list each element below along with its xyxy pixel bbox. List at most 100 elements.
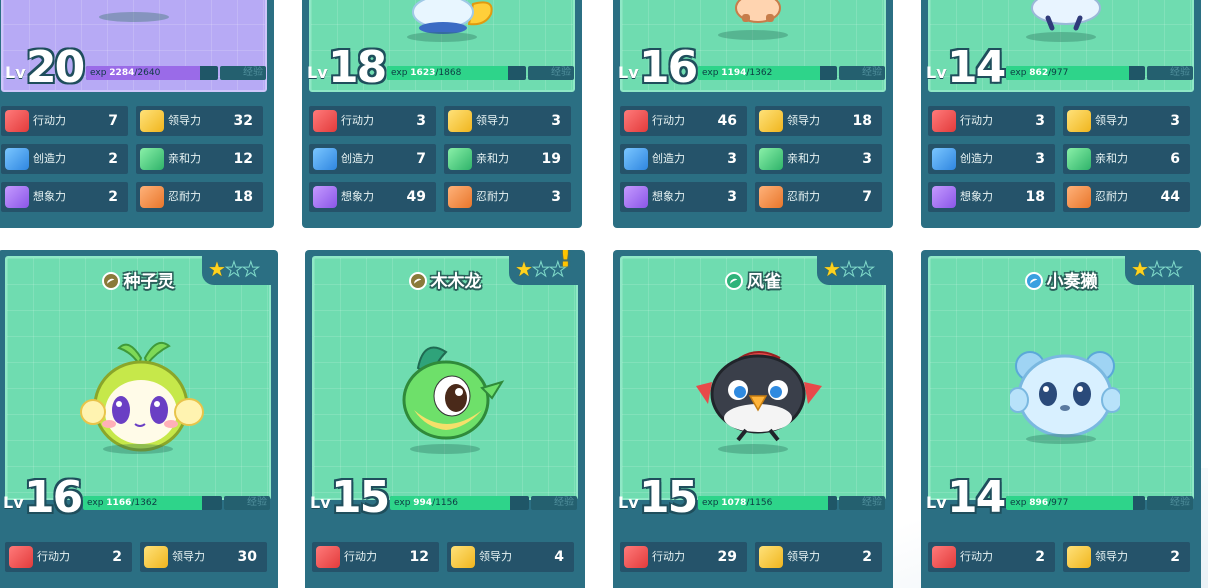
stat-value: 2 <box>862 549 872 565</box>
alert-icon[interactable]: ! <box>559 250 573 274</box>
stat-value: 2 <box>1035 549 1045 565</box>
stat-value: 46 <box>717 113 737 129</box>
leadership-icon <box>451 546 475 568</box>
exp-button[interactable]: 经验 <box>224 496 270 510</box>
exp-text: exp 862/977 <box>1010 68 1069 78</box>
star-filled-icon: ★ <box>208 257 226 281</box>
creativity-icon <box>5 148 29 170</box>
imagination-icon <box>932 186 956 208</box>
creature-sprite <box>80 342 204 452</box>
stat-value: 3 <box>551 189 561 205</box>
affinity-icon <box>140 148 164 170</box>
stat-value: 3 <box>862 151 872 167</box>
pet-card[interactable]: 木木龙 ★★★ ! Lv 15 exp 994/1156 经验 行动力 12 领导力… <box>305 250 585 588</box>
stat-value: 32 <box>233 113 253 129</box>
creature-shadow <box>718 444 788 454</box>
pet-scene: 种子灵 <box>5 256 271 500</box>
stat-label: 亲和力 <box>168 152 201 165</box>
pet-card[interactable]: 小奏獭 ★★★ Lv 14 exp 896/977 经验 行动力 2 领导力 2 <box>921 250 1201 588</box>
pet-card[interactable]: Lv 16 exp 1194/1362 经验 行动力 46 领导力 18 创造力 3 亲和力… <box>613 0 893 228</box>
stat-action: 行动力 3 <box>928 106 1055 136</box>
exp-button[interactable]: 经验 <box>1147 496 1193 510</box>
stat-leadership: 领导力 18 <box>755 106 882 136</box>
stat-label: 行动力 <box>960 114 993 127</box>
stat-label: 领导力 <box>479 550 512 563</box>
stat-value: 3 <box>1035 151 1045 167</box>
exp-button[interactable]: 经验 <box>531 496 577 510</box>
stat-value: 18 <box>1025 189 1045 205</box>
exp-button[interactable]: 经验 <box>839 496 885 510</box>
stat-leadership: 领导力 3 <box>444 106 571 136</box>
creature-shadow <box>407 32 477 42</box>
level-number: 20 <box>26 42 85 93</box>
star-filled-icon: ★ <box>823 257 841 281</box>
stat-affinity: 亲和力 6 <box>1063 144 1190 174</box>
stat-leadership: 领导力 4 <box>447 542 574 572</box>
exp-bar: exp 896/977 <box>1006 496 1145 510</box>
stat-label: 领导力 <box>476 114 509 127</box>
stat-value: 30 <box>237 549 257 565</box>
exp-text: exp 1078/1156 <box>702 498 773 508</box>
action-icon <box>9 546 33 568</box>
pet-card[interactable]: 种子灵 ★★★ Lv 16 exp 1166/1362 经验 行动力 2 领导力 30 <box>0 250 278 588</box>
stat-value: 18 <box>852 113 872 129</box>
imagination-icon <box>624 186 648 208</box>
level-row: Lv 15 exp 994/1156 经验 <box>305 474 585 522</box>
stat-action: 行动力 2 <box>928 542 1055 572</box>
stat-label: 想象力 <box>652 190 685 203</box>
stat-label: 行动力 <box>33 114 66 127</box>
stat-endurance: 忍耐力 18 <box>136 182 263 212</box>
stat-action: 行动力 7 <box>1 106 128 136</box>
stat-value: 6 <box>1170 151 1180 167</box>
exp-button[interactable]: 经验 <box>1147 66 1193 80</box>
pet-card[interactable]: 风雀 ★★★ Lv 15 exp 1078/1156 经验 行动力 29 领导力 2 <box>613 250 893 588</box>
pet-card[interactable]: Lv 18 exp 1623/1868 经验 行动力 3 领导力 3 创造力 7 亲和力 19… <box>302 0 582 228</box>
stat-imagination: 想象力 18 <box>928 182 1055 212</box>
water-type-icon <box>1024 272 1043 290</box>
imagination-icon <box>5 186 29 208</box>
level-number: 15 <box>331 472 390 523</box>
exp-button[interactable]: 经验 <box>220 66 266 80</box>
star-filled-icon: ★ <box>515 257 533 281</box>
exp-bar: exp 1194/1362 <box>698 66 837 80</box>
exp-button[interactable]: 经验 <box>839 66 885 80</box>
stat-label: 创造力 <box>341 152 374 165</box>
level-number: 18 <box>328 42 387 93</box>
stat-value: 19 <box>541 151 561 167</box>
pet-card[interactable]: Lv 14 exp 862/977 经验 行动力 3 领导力 3 创造力 3 亲和力 6 想象力… <box>921 0 1201 228</box>
level-row: Lv 16 exp 1194/1362 经验 <box>613 44 893 92</box>
stat-label: 忍耐力 <box>476 190 509 203</box>
creature-shadow <box>1026 434 1096 444</box>
stat-creativity: 创造力 3 <box>620 144 747 174</box>
stat-label: 领导力 <box>787 114 820 127</box>
stat-value: 12 <box>409 549 429 565</box>
stat-value: 49 <box>406 189 426 205</box>
stat-value: 29 <box>717 549 737 565</box>
stat-leadership: 领导力 32 <box>136 106 263 136</box>
pet-card[interactable]: Lv 20 exp 2284/2640 经验 行动力 7 领导力 32 创造力 2 亲和力 1… <box>0 0 274 228</box>
exp-text: exp 1166/1362 <box>87 498 158 508</box>
creature-shadow <box>99 12 169 22</box>
stat-label: 行动力 <box>37 550 70 563</box>
stat-value: 3 <box>1170 113 1180 129</box>
grass-type-icon <box>408 272 427 290</box>
endurance-icon <box>759 186 783 208</box>
stat-label: 领导力 <box>1095 114 1128 127</box>
level-row: Lv 16 exp 1166/1362 经验 <box>0 474 278 522</box>
stat-label: 想象力 <box>960 190 993 203</box>
pet-scene: 风雀 <box>620 256 886 500</box>
star-empty-icon: ★★ <box>224 257 260 282</box>
wind-type-icon <box>725 272 743 290</box>
stat-label: 领导力 <box>172 550 205 563</box>
stat-imagination: 想象力 49 <box>309 182 436 212</box>
exp-button[interactable]: 经验 <box>528 66 574 80</box>
creature-shadow <box>718 30 788 40</box>
leadership-icon <box>1067 546 1091 568</box>
stat-value: 44 <box>1160 189 1180 205</box>
star-rating: ★★★ <box>1125 255 1195 285</box>
level-row: Lv 14 exp 896/977 经验 <box>921 474 1201 522</box>
stat-label: 想象力 <box>341 190 374 203</box>
exp-text: exp 994/1156 <box>394 498 459 508</box>
pet-scene: 小奏獭 <box>928 256 1194 500</box>
pet-scene: 木木龙 <box>312 256 578 500</box>
